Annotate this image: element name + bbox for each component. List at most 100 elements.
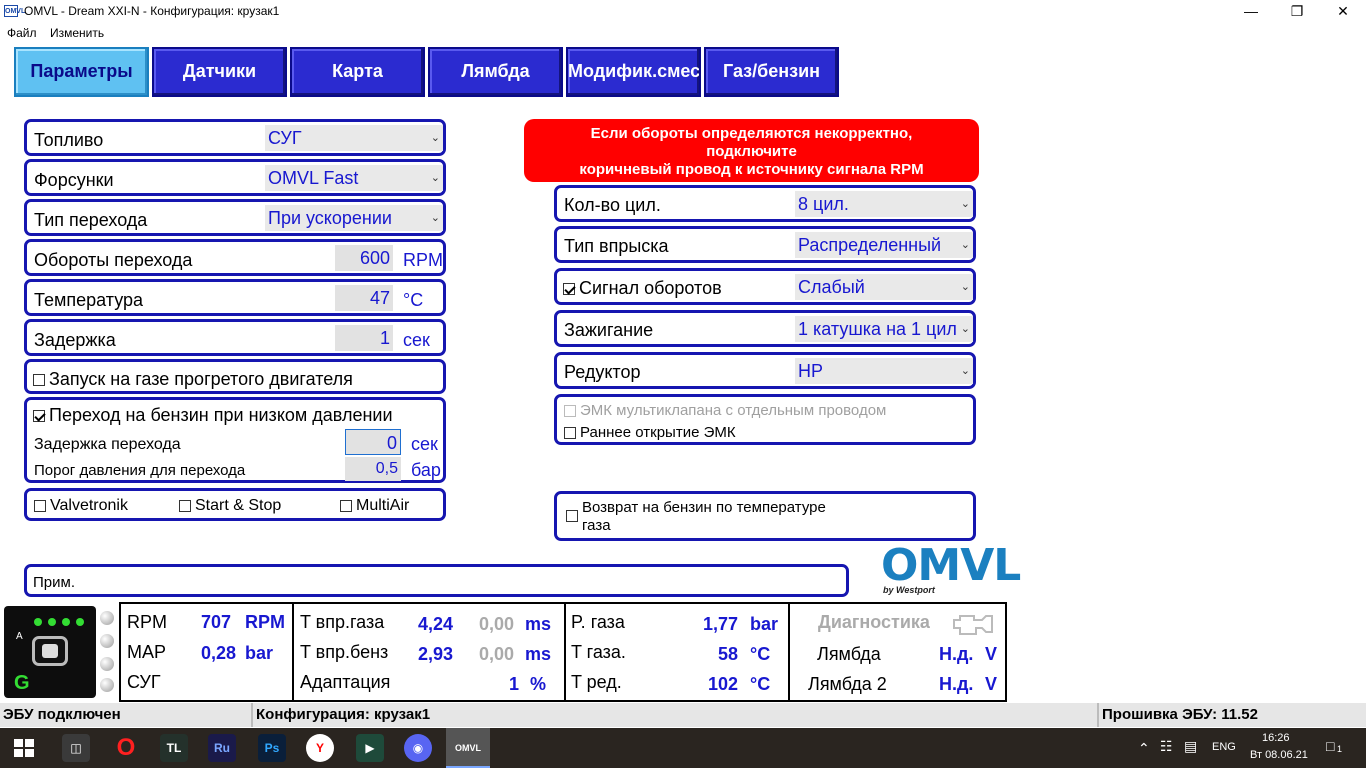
tab-sensors[interactable]: Датчики [152,47,287,97]
app-icon[interactable]: ▶ [356,734,384,762]
discord-icon[interactable]: ◉ [404,734,432,762]
clock-time[interactable]: 16:26 [1262,732,1290,744]
omvl-taskbar-app[interactable]: OMVL [446,728,490,768]
ru-app-icon[interactable]: Ru [208,734,236,762]
archive-app-icon[interactable]: ◫ [62,734,90,762]
temperature-input[interactable]: 47 [335,285,393,311]
chevron-down-icon: ⌄ [960,239,970,251]
pressure-threshold-input[interactable]: 0,5 [345,457,401,481]
low-pressure-checkbox[interactable] [33,410,45,423]
emk-multi-option: ЭМК мультиклапана с отдельным проводом [564,402,886,419]
photoshop-icon[interactable]: Ps [258,734,286,762]
status-col-gas: P. газа 1,77 bar T газа. 58 °C T ред. 10… [564,602,790,702]
network-icon[interactable]: ☷ [1160,738,1173,755]
warm-start-row[interactable]: Запуск на газе прогретого двигателя [24,359,446,394]
rpm-signal-row: Сигнал оборотов Слабый ⌄ [554,268,976,305]
injection-select[interactable]: Распределенный ⌄ [795,232,973,258]
rpm-signal-label: Сигнал оборотов [579,278,722,298]
temp-return-row: Возврат на бензин по температуре газа [554,491,976,541]
multiair-checkbox[interactable] [340,499,352,512]
yandex-browser-icon[interactable]: Y [306,734,334,762]
status-dot-icon [100,678,114,692]
start-stop-option[interactable]: Start & Stop [179,497,281,515]
tab-lambda[interactable]: Лямбда [428,47,563,97]
minimize-icon[interactable]: — [1228,0,1274,24]
status-dot-icon [100,634,114,648]
warm-start-checkbox[interactable] [33,374,45,387]
multiair-option[interactable]: MultiAir [340,497,409,515]
config-status: Конфигурация: крузак1 [251,703,1096,727]
close-icon[interactable]: ✕ [1320,0,1366,24]
reducer-temp-value: 102 [708,674,739,694]
status-bar: ЭБУ подключен Конфигурация: крузак1 Прош… [0,703,1366,727]
rpm-warning-banner: Если обороты определяются некорректно, п… [524,119,979,182]
emk-early-option[interactable]: Раннее открытие ЭМК [564,424,736,441]
status-col-injection: T впр.газа 4,24 0,00 ms T впр.бенз 2,93 … [292,602,566,702]
cylinders-select[interactable]: 8 цил. ⌄ [795,191,973,217]
pressure-threshold-unit: бар [411,460,441,480]
map-value: 0,28 [201,643,237,663]
tab-parameters[interactable]: Параметры [14,47,149,97]
tray-expand-icon[interactable]: ⌃ [1138,740,1150,757]
note-label: Прим. [33,574,75,591]
chevron-down-icon: ⌄ [430,132,440,144]
delay-unit: сек [403,330,430,350]
emk-early-checkbox[interactable] [564,427,576,440]
tab-mixture[interactable]: Модифик.смеси [566,47,701,97]
low-pressure-label: Переход на бензин при низком давлении [49,405,393,425]
switch-button-icon[interactable] [32,636,68,666]
injectors-select[interactable]: OMVL Fast ⌄ [265,165,443,191]
maximize-icon[interactable]: ❐ [1274,0,1320,24]
temp-return-checkbox[interactable] [566,510,578,522]
fuel-label: Топливо [34,130,104,150]
emk-group: ЭМК мультиклапана с отдельным проводом Р… [554,394,976,445]
windows-start-icon[interactable] [14,739,34,757]
menu-bar: Файл Изменить [0,24,1366,42]
lambda2-value: Н.д. [939,674,974,694]
clock-date[interactable]: Вт 08.06.21 [1250,749,1308,761]
engine-icon [953,615,993,635]
menu-edit[interactable]: Изменить [50,26,104,40]
start-stop-checkbox[interactable] [179,499,191,512]
options-row: Valvetronik Start & Stop MultiAir [24,488,446,521]
app-icon: OMVL [4,5,25,17]
menu-file[interactable]: Файл [7,26,37,40]
switch-delay-input[interactable]: 0 [345,429,401,455]
tab-gas-petrol[interactable]: Газ/бензин [704,47,839,97]
battery-icon[interactable]: ▤ [1184,738,1197,755]
switch-type-row: Тип перехода При ускорении ⌄ [24,199,446,236]
reducer-select[interactable]: HP ⌄ [795,358,973,384]
rpm-value: 707 [201,612,232,632]
switch-rpm-unit: RPM [403,250,443,270]
fuel-indicator-panel: A G [4,606,96,698]
notification-icon[interactable]: □ [1326,738,1334,754]
rpm-signal-select[interactable]: Слабый ⌄ [795,274,973,300]
note-field[interactable]: Прим. [24,564,849,597]
opera-icon[interactable]: O [112,734,140,762]
tab-map[interactable]: Карта [290,47,425,97]
fuel-select[interactable]: СУГ ⌄ [265,125,443,151]
diagnostics-label: Диагностика [818,612,930,632]
delay-input[interactable]: 1 [335,325,393,351]
low-pressure-group: Переход на бензин при низком давлении За… [24,397,446,483]
reducer-label: Редуктор [564,362,641,382]
language-indicator[interactable]: ENG [1212,741,1236,753]
taskbar: ◫ O TL Ru Ps Y ▶ ◉ OMVL ⌃ ☷ ▤ ENG 16:26 … [0,728,1366,768]
ignition-select[interactable]: 1 катушка на 1 цил ⌄ [795,316,973,342]
valvetronik-checkbox[interactable] [34,499,46,512]
lambda-value: Н.д. [939,644,974,664]
switch-type-select[interactable]: При ускорении ⌄ [265,205,443,231]
injectors-label: Форсунки [34,170,114,190]
gas-injection-time: 4,24 [418,614,454,634]
temperature-row: Температура 47 °C [24,279,446,316]
chevron-down-icon: ⌄ [960,316,970,342]
cylinders-row: Кол-во цил. 8 цил. ⌄ [554,185,976,222]
rpm-signal-checkbox[interactable] [563,283,575,296]
ecu-connection-status: ЭБУ подключен [3,706,121,723]
petrol-injection-time: 2,93 [418,644,454,664]
gas-pressure-value: 1,77 [703,614,739,634]
fuel-mode-label: СУГ [127,672,161,692]
switch-rpm-input[interactable]: 600 [335,245,393,271]
tl-app-icon[interactable]: TL [160,734,188,762]
valvetronik-option[interactable]: Valvetronik [34,497,128,515]
